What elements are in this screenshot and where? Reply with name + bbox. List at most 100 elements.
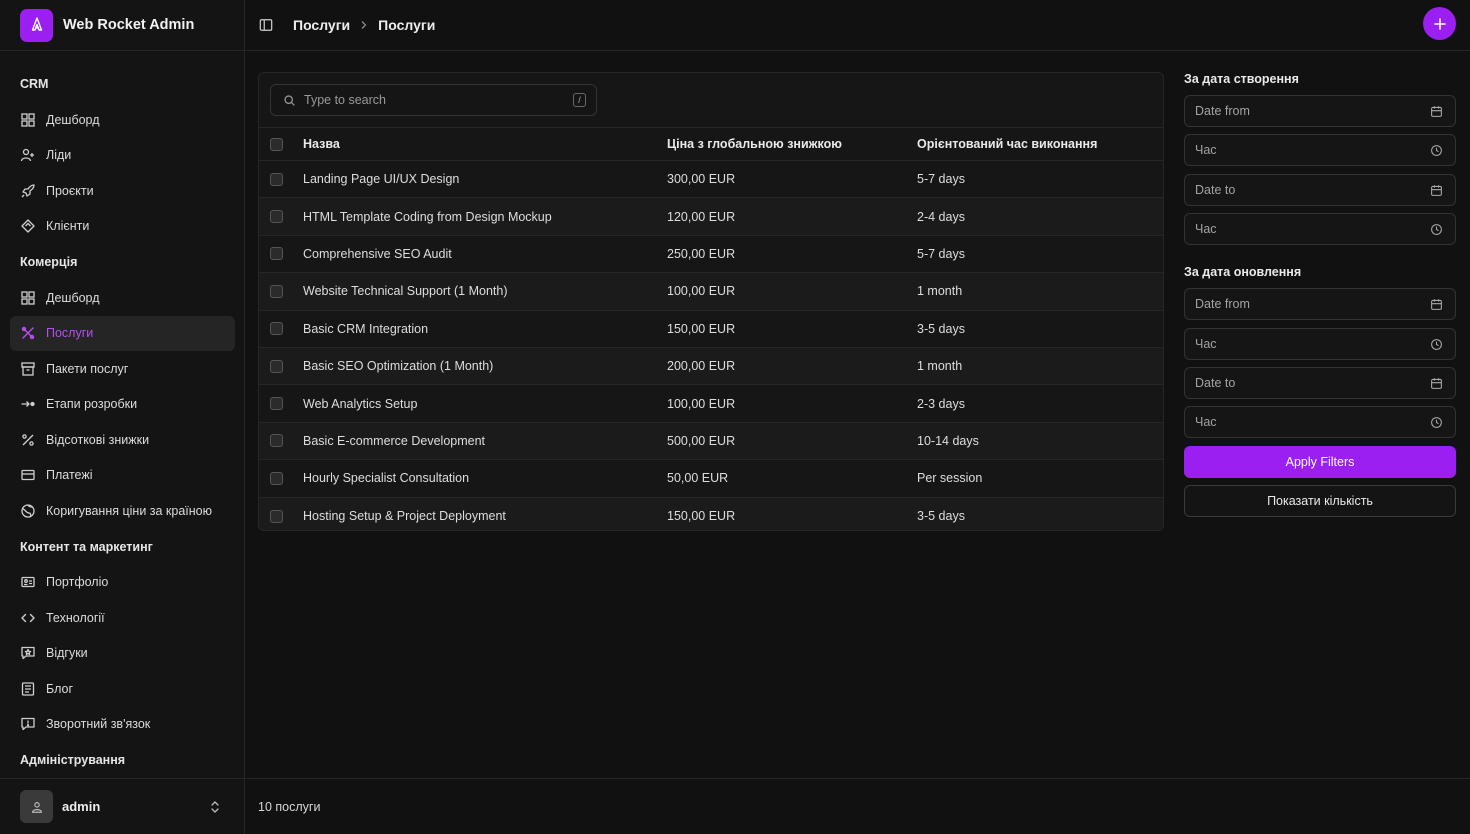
table-row[interactable]: Basic E-commerce Development 500,00 EUR …: [259, 422, 1163, 461]
sidebar-item-leads[interactable]: Ліди: [10, 138, 235, 174]
sidebar-item-services[interactable]: Послуги: [10, 315, 235, 351]
table-row[interactable]: Basic CRM Integration 150,00 EUR 3-5 day…: [259, 311, 1163, 348]
apply-filters-button[interactable]: Apply Filters: [1184, 445, 1456, 478]
sidebar-item-dev-stages[interactable]: Етапи розробки: [10, 387, 235, 423]
handshake-icon: [21, 219, 35, 233]
row-checkbox[interactable]: [270, 509, 283, 523]
row-checkbox[interactable]: [270, 359, 283, 373]
sidebar-item-label: Пакети послуг: [46, 361, 129, 376]
user-menu[interactable]: admin: [0, 778, 245, 834]
table-row[interactable]: HTML Template Coding from Design Mockup …: [259, 198, 1163, 236]
nav-group-crm: CRM: [20, 77, 49, 91]
updated-date-to-field[interactable]: [1184, 366, 1456, 399]
column-header-name[interactable]: Назва: [303, 137, 340, 151]
row-checkbox[interactable]: [270, 210, 283, 224]
sidebar-item-service-packages[interactable]: Пакети послуг: [10, 351, 235, 387]
sidebar-item-feedback[interactable]: Зворотний зв'язок: [10, 707, 235, 743]
created-time-to-input[interactable]: [1195, 222, 1415, 237]
created-date-to-field[interactable]: [1184, 173, 1456, 206]
row-checkbox[interactable]: [270, 284, 283, 298]
row-checkbox[interactable]: [270, 397, 283, 411]
cell-price: 120,00 EUR: [667, 209, 736, 224]
sidebar-item-commerce-dashboard[interactable]: Дешборд: [10, 280, 235, 316]
calendar-icon: [1431, 106, 1442, 117]
review-icon: [21, 647, 35, 660]
breadcrumb-current: Послуги: [378, 17, 436, 33]
calendar-icon: [1431, 378, 1442, 389]
created-date-from-field[interactable]: [1184, 95, 1456, 127]
show-count-button[interactable]: Показати кількість: [1184, 484, 1456, 517]
sidebar-nav: CRM Дешборд Ліди Проєкти Клієнти Комерці…: [0, 66, 245, 778]
sidebar-item-label: Послуги: [46, 326, 94, 341]
sidebar-item-payments[interactable]: Платежі: [10, 458, 235, 494]
sidebar: Web Rocket Admin CRM Дешборд Ліди Проєкт…: [0, 0, 245, 834]
row-checkbox[interactable]: [270, 172, 283, 186]
sidebar-item-technologies[interactable]: Технології: [10, 600, 235, 636]
created-time-from-field[interactable]: [1184, 134, 1456, 167]
chevron-right-icon: [361, 21, 367, 29]
updated-date-from-field[interactable]: [1184, 288, 1456, 321]
created-date-to-input[interactable]: [1195, 182, 1415, 197]
table-row[interactable]: Comprehensive SEO Audit 250,00 EUR 5-7 d…: [259, 236, 1163, 274]
sidebar-item-label: Етапи розробки: [46, 397, 138, 412]
sidebar-item-discounts[interactable]: Відсоткові знижки: [10, 422, 235, 458]
sidebar-toggle-icon[interactable]: [259, 18, 273, 32]
search-box[interactable]: /: [270, 84, 597, 116]
brand[interactable]: Web Rocket Admin: [0, 0, 245, 51]
select-all-checkbox[interactable]: [270, 137, 283, 151]
created-time-to-field[interactable]: [1184, 213, 1456, 246]
row-checkbox[interactable]: [270, 322, 283, 336]
sidebar-item-label: Технології: [46, 610, 105, 625]
sidebar-item-reviews[interactable]: Відгуки: [10, 636, 235, 672]
cell-price: 500,00 EUR: [667, 433, 736, 448]
table-row[interactable]: Landing Page UI/UX Design 300,00 EUR 5-7…: [259, 161, 1163, 199]
table-row[interactable]: Web Analytics Setup 100,00 EUR 2-3 days: [259, 385, 1163, 423]
globe-icon: [21, 504, 35, 518]
updated-date-to-input[interactable]: [1195, 375, 1415, 390]
cell-duration: 2-4 days: [917, 209, 965, 224]
row-checkbox[interactable]: [270, 471, 283, 485]
calendar-icon: [1431, 299, 1442, 311]
updated-time-from-input[interactable]: [1195, 336, 1415, 351]
breadcrumb-parent[interactable]: Послуги: [293, 17, 350, 33]
column-header-price[interactable]: Ціна з глобальною знижкою: [667, 137, 842, 151]
search-icon: [284, 94, 295, 106]
add-service-button[interactable]: [1423, 7, 1456, 40]
stages-icon: [21, 401, 35, 408]
sidebar-item-crm-dashboard[interactable]: Дешборд: [10, 102, 235, 138]
sidebar-item-blog[interactable]: Блог: [10, 671, 235, 707]
table-row[interactable]: Hourly Specialist Consultation 50,00 EUR…: [259, 460, 1163, 498]
updated-time-from-field[interactable]: [1184, 327, 1456, 360]
sidebar-item-country-pricing[interactable]: Коригування ціни за країною: [10, 493, 235, 529]
row-checkbox[interactable]: [270, 247, 283, 261]
sidebar-item-clients[interactable]: Клієнти: [10, 209, 235, 245]
rocket-icon: [21, 184, 35, 198]
cell-duration: 1 month: [917, 359, 963, 374]
dashboard-icon: [21, 291, 35, 305]
table-row[interactable]: Basic SEO Optimization (1 Month) 200,00 …: [259, 348, 1163, 386]
cell-price: 150,00 EUR: [667, 509, 736, 524]
avatar: [20, 790, 53, 823]
updated-time-to-input[interactable]: [1195, 415, 1415, 430]
sidebar-item-portfolio[interactable]: Портфоліо: [10, 565, 235, 601]
code-icon: [21, 613, 35, 622]
updated-time-to-field[interactable]: [1184, 406, 1456, 439]
cell-name: HTML Template Coding from Design Mockup: [303, 209, 552, 224]
chevron-updown-icon: [211, 800, 219, 813]
table-row[interactable]: Website Technical Support (1 Month) 100,…: [259, 273, 1163, 311]
cell-price: 50,00 EUR: [667, 471, 729, 486]
created-time-from-input[interactable]: [1195, 143, 1415, 158]
updated-date-from-input[interactable]: [1195, 297, 1415, 312]
blog-icon: [21, 682, 35, 696]
table-row[interactable]: Hosting Setup & Project Deployment 150,0…: [259, 497, 1163, 530]
search-input[interactable]: [304, 93, 564, 107]
sidebar-item-projects[interactable]: Проєкти: [10, 173, 235, 209]
users-icon: [20, 149, 34, 162]
cell-name: Basic CRM Integration: [303, 321, 429, 336]
column-header-duration[interactable]: Орієнтований час виконання: [917, 137, 1097, 151]
created-date-from-input[interactable]: [1195, 104, 1415, 118]
cell-duration: 3-5 days: [917, 321, 965, 336]
sidebar-item-label: Проєкти: [46, 183, 94, 198]
row-checkbox[interactable]: [270, 434, 283, 448]
clock-icon: [1431, 145, 1442, 157]
